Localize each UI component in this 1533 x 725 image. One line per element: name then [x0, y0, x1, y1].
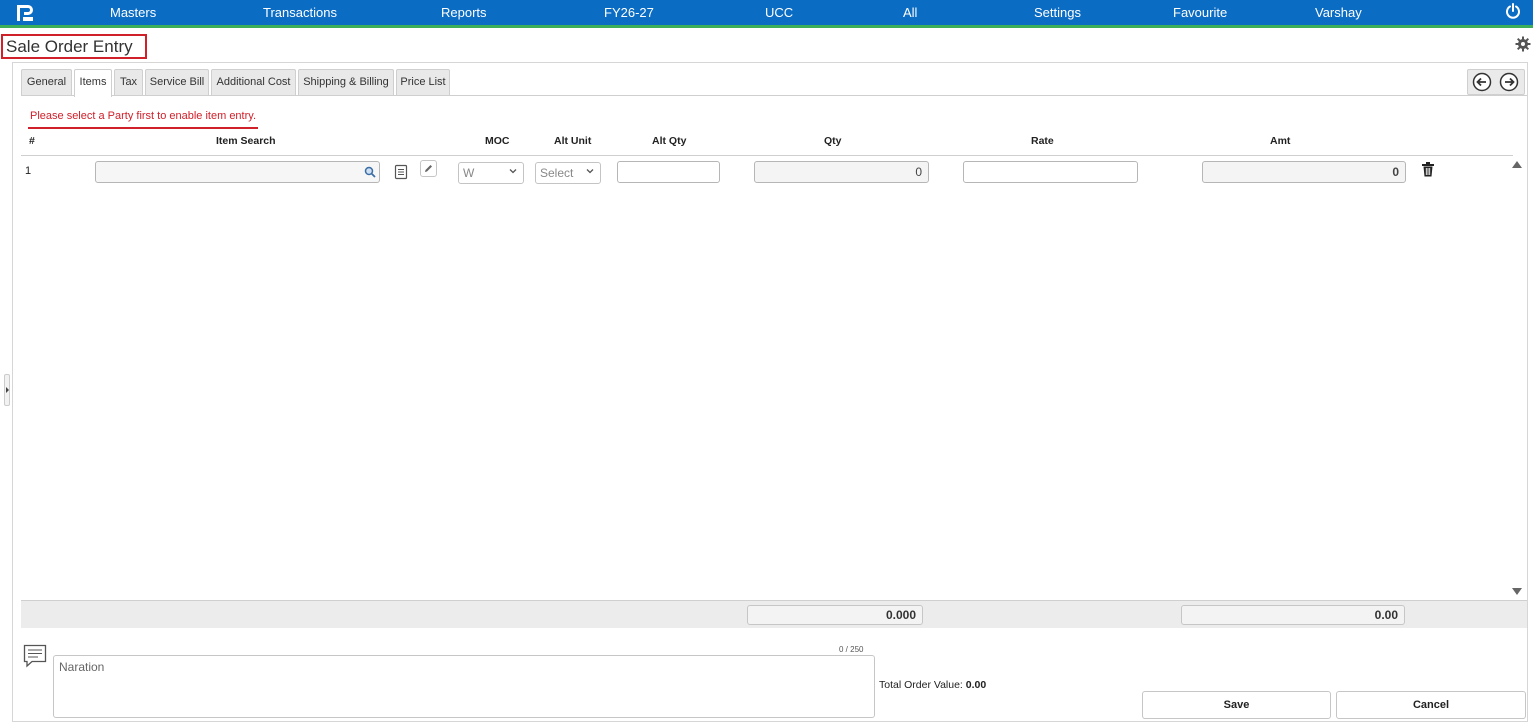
total-order-label: Total Order Value:	[879, 679, 963, 691]
col-header-amt: Amt	[1270, 135, 1291, 147]
previous-arrow-icon[interactable]	[1472, 72, 1492, 92]
col-header-rate: Rate	[1031, 135, 1054, 147]
total-order-value: Total Order Value: 0.00	[879, 679, 986, 691]
nav-settings[interactable]: Settings	[1034, 5, 1081, 20]
alt-unit-select-value: Select	[540, 166, 574, 180]
scroll-up-arrow-icon[interactable]	[1512, 161, 1522, 168]
col-header-moc: MOC	[485, 135, 510, 147]
trash-icon[interactable]	[1421, 162, 1435, 177]
nav-ucc[interactable]: UCC	[765, 5, 793, 20]
app-logo-icon[interactable]	[14, 3, 36, 23]
tab-shipping-billing[interactable]: Shipping & Billing	[298, 69, 394, 95]
tab-general[interactable]: General	[21, 69, 72, 95]
sidebar-toggle-handle[interactable]	[4, 374, 10, 406]
rate-input[interactable]	[963, 161, 1138, 183]
naration-textarea[interactable]: Naration	[53, 655, 875, 718]
record-nav-box	[1467, 69, 1525, 95]
warning-underline	[28, 127, 258, 129]
nav-all[interactable]: All	[903, 5, 917, 20]
cancel-button[interactable]: Cancel	[1336, 691, 1526, 719]
nav-fiscal-year[interactable]: FY26-27	[604, 5, 654, 20]
sale-order-panel: General Items Tax Service Bill Additiona…	[12, 62, 1528, 722]
save-button[interactable]: Save	[1142, 691, 1331, 719]
amount-input[interactable]: 0	[1202, 161, 1406, 183]
scroll-down-arrow-icon[interactable]	[1512, 588, 1522, 595]
col-header-item-search: Item Search	[216, 135, 276, 147]
tab-additional-cost[interactable]: Additional Cost	[211, 69, 296, 95]
qty-total: 0.000	[747, 605, 923, 625]
alt-unit-select[interactable]: Select	[535, 162, 601, 184]
tab-items[interactable]: Items	[74, 69, 112, 97]
totals-strip: 0.000 0.00	[21, 600, 1527, 628]
item-search-input[interactable]	[95, 161, 380, 183]
nav-reports[interactable]: Reports	[441, 5, 487, 20]
row-index: 1	[25, 165, 32, 177]
nav-masters[interactable]: Masters	[110, 5, 156, 20]
amount-total: 0.00	[1181, 605, 1405, 625]
tab-divider	[21, 95, 1527, 96]
search-icon[interactable]	[364, 166, 376, 178]
col-header-alt-unit: Alt Unit	[554, 135, 592, 147]
tab-service-bill[interactable]: Service Bill	[145, 69, 209, 95]
gear-icon[interactable]	[1515, 36, 1531, 52]
nav-transactions[interactable]: Transactions	[263, 5, 337, 20]
party-warning-message: Please select a Party first to enable it…	[30, 110, 257, 122]
nav-user-varshay[interactable]: Varshay	[1315, 5, 1362, 20]
moc-select-value: W	[463, 166, 475, 180]
nav-favourite[interactable]: Favourite	[1173, 5, 1227, 20]
item-edit-button[interactable]	[420, 160, 437, 177]
page-title: Sale Order Entry	[1, 34, 147, 59]
naration-char-count: 0 / 250	[839, 645, 864, 654]
chevron-down-icon	[586, 169, 594, 174]
alt-qty-input[interactable]	[617, 161, 720, 183]
tab-tax[interactable]: Tax	[114, 69, 143, 95]
next-arrow-icon[interactable]	[1499, 72, 1519, 92]
comment-icon	[23, 644, 47, 668]
moc-select[interactable]: W	[458, 162, 524, 184]
col-header-index: #	[29, 135, 35, 147]
col-header-alt-qty: Alt Qty	[652, 135, 687, 147]
chevron-down-icon	[509, 169, 517, 174]
item-details-icon[interactable]	[394, 164, 408, 180]
pencil-icon	[425, 165, 432, 172]
total-order-amount: 0.00	[965, 679, 987, 691]
qty-input[interactable]: 0	[754, 161, 929, 183]
tab-price-list[interactable]: Price List	[396, 69, 450, 95]
col-header-qty: Qty	[824, 135, 842, 147]
top-nav-bar: Masters Transactions Reports FY26-27 UCC…	[0, 0, 1533, 28]
power-icon[interactable]	[1505, 3, 1521, 19]
header-divider	[21, 155, 1513, 156]
